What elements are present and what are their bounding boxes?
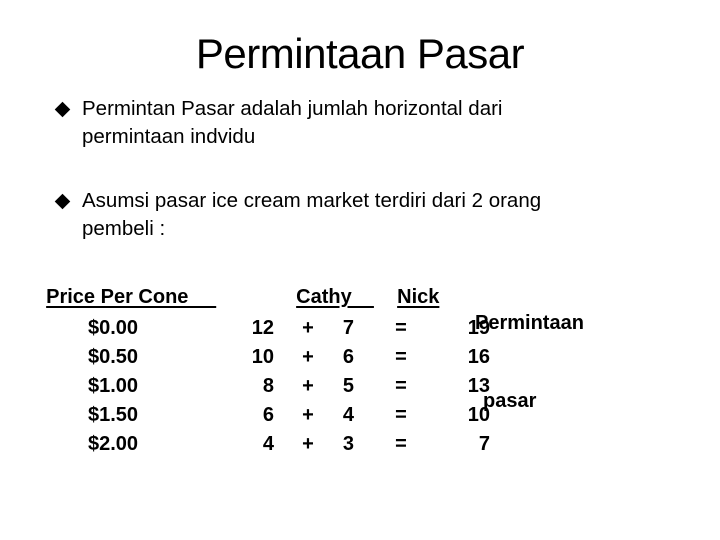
table-row: $0.50 10 + 6 = 16 <box>0 343 720 372</box>
header-cathy: Cathy <box>296 286 374 308</box>
price-cell: $0.50 <box>88 346 139 368</box>
market-demand-cell: 10 <box>467 404 490 426</box>
nick-qty-cell: 5 <box>342 375 354 397</box>
price-cell: $2.00 <box>88 433 139 455</box>
nick-qty-cell: 3 <box>342 433 354 455</box>
cathy-qty-cell: 8 <box>262 375 274 397</box>
bullet-market-demand-definition: Permintan Pasar adalah jumlah horizontal… <box>56 95 676 151</box>
header-price-per-cone: Price Per Cone <box>46 286 217 308</box>
header-nick: Nick <box>397 286 440 308</box>
bullet-text-line2: permintaan indvidu <box>82 125 256 148</box>
table-row: $1.00 8 + 5 = 13 <box>0 372 720 401</box>
equals-sign: = <box>395 346 407 368</box>
nick-qty-cell: 6 <box>342 346 354 368</box>
cathy-qty-cell: 6 <box>262 404 274 426</box>
equals-sign: = <box>395 375 407 397</box>
cathy-qty-cell: 4 <box>262 433 274 455</box>
plus-sign: + <box>302 404 314 426</box>
plus-sign: + <box>302 375 314 397</box>
price-cell: $0.00 <box>88 317 139 339</box>
price-cell: $1.50 <box>88 404 139 426</box>
market-demand-cell: 7 <box>478 433 490 455</box>
bullet-text-line1: Permintan Pasar adalah jumlah horizontal… <box>82 97 503 120</box>
table-row: $0.00 12 + 7 = 19 <box>0 314 720 343</box>
equals-sign: = <box>395 404 407 426</box>
plus-sign: + <box>302 433 314 455</box>
bullet-text-line1: Asumsi pasar ice cream market terdiri da… <box>82 189 542 212</box>
slide-title: Permintaan Pasar <box>195 30 525 77</box>
equals-sign: = <box>395 433 407 455</box>
cathy-qty-cell: 10 <box>251 346 274 368</box>
cathy-qty-cell: 12 <box>251 317 274 339</box>
market-demand-cell: 19 <box>467 317 490 339</box>
plus-sign: + <box>302 346 314 368</box>
bullet-text-line2: pembeli : <box>82 217 166 240</box>
bullet-market-assumption: Asumsi pasar ice cream market terdiri da… <box>56 187 676 243</box>
market-demand-cell: 16 <box>467 346 490 368</box>
nick-qty-cell: 7 <box>342 317 354 339</box>
price-cell: $1.00 <box>88 375 139 397</box>
table-row: $1.50 6 + 4 = 10 <box>0 401 720 430</box>
nick-qty-cell: 4 <box>342 404 354 426</box>
plus-sign: + <box>302 317 314 339</box>
equals-sign: = <box>395 317 407 339</box>
table-row: $2.00 4 + 3 = 7 <box>0 430 720 459</box>
diamond-bullet-icon <box>56 103 68 115</box>
market-demand-cell: 13 <box>467 375 490 397</box>
diamond-bullet-icon <box>56 195 68 207</box>
